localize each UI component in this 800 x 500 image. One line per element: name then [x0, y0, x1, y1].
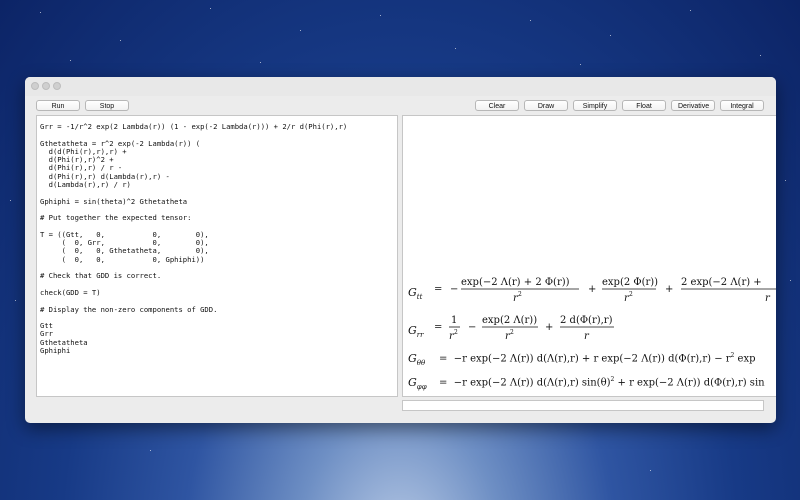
output-panel: Gtt = − exp(−2 Λ(r) + 2 Φ(r)) r 2 + exp(…: [402, 115, 776, 397]
equation-lhs: Gφφ: [408, 376, 427, 392]
svg-text:=: =: [434, 284, 442, 295]
svg-text:−: −: [450, 284, 458, 295]
app-window: Run Stop Clear Draw Simplify Float Deriv…: [25, 77, 776, 423]
svg-text:−: −: [468, 322, 476, 333]
run-button[interactable]: Run: [36, 100, 80, 111]
svg-text:+: +: [665, 284, 673, 295]
equation-lhs: Gtt: [408, 286, 423, 302]
clear-button[interactable]: Clear: [475, 100, 519, 111]
stop-button[interactable]: Stop: [85, 100, 129, 111]
svg-text:2 d(Φ(r),r): 2 d(Φ(r),r): [560, 315, 613, 326]
equation-rhs: = −r exp(−2 Λ(r)) d(Λ(r),r) sin(θ)2 + r …: [439, 376, 765, 389]
simplify-button[interactable]: Simplify: [573, 100, 617, 111]
command-input[interactable]: [402, 400, 764, 411]
integral-button[interactable]: Integral: [720, 100, 764, 111]
svg-text:exp(−2 Λ(r) + 2 Φ(r)): exp(−2 Λ(r) + 2 Φ(r)): [461, 277, 570, 288]
equation-lhs: Grr: [408, 324, 424, 340]
script-text[interactable]: Grr = -1/r^2 exp(2 Lambda(r)) (1 - exp(-…: [37, 116, 397, 355]
svg-text:r: r: [584, 331, 590, 342]
equation-rhs: = −r exp(−2 Λ(r)) d(Λ(r),r) + r exp(−2 Λ…: [439, 352, 756, 365]
equation-lhs: Gθθ: [408, 352, 426, 368]
gtt-expression: = − exp(−2 Λ(r) + 2 Φ(r)) r 2 + exp(2 Φ(…: [434, 277, 776, 304]
svg-text:1: 1: [451, 315, 457, 326]
zoom-window-icon[interactable]: [53, 82, 61, 90]
svg-text:exp(2 Φ(r)): exp(2 Φ(r)): [602, 277, 658, 288]
svg-text:exp(2 Λ(r)): exp(2 Λ(r)): [482, 315, 537, 326]
svg-text:2 exp(−2 Λ(r) +: 2 exp(−2 Λ(r) +: [681, 277, 762, 288]
svg-text:=: =: [434, 322, 442, 333]
svg-text:r: r: [765, 293, 771, 304]
svg-text:2: 2: [629, 291, 633, 298]
float-button[interactable]: Float: [622, 100, 666, 111]
svg-text:2: 2: [510, 329, 514, 336]
svg-text:2: 2: [518, 291, 522, 298]
script-editor[interactable]: Grr = -1/r^2 exp(2 Lambda(r)) (1 - exp(-…: [36, 115, 398, 397]
grr-expression: = 1 r 2 − exp(2 Λ(r)) r 2 + 2 d(Φ(r),r) …: [434, 315, 614, 342]
svg-text:+: +: [545, 322, 553, 333]
derivative-button[interactable]: Derivative: [671, 100, 715, 111]
svg-text:+: +: [588, 284, 596, 295]
title-bar: [25, 77, 776, 96]
close-window-icon[interactable]: [31, 82, 39, 90]
minimize-window-icon[interactable]: [42, 82, 50, 90]
svg-text:2: 2: [454, 329, 458, 336]
draw-button[interactable]: Draw: [524, 100, 568, 111]
